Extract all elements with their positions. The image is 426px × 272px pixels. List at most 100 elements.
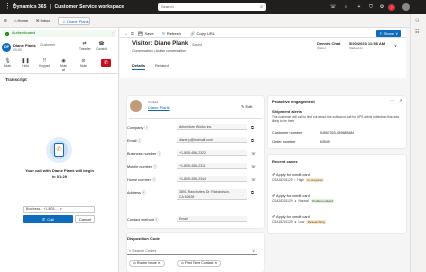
tab-details[interactable]: Details xyxy=(132,63,146,70)
business-number-field[interactable]: +1-805-456-2322 xyxy=(177,150,247,156)
business-number-label: Business number ⓘ xyxy=(127,152,162,156)
company-field[interactable]: Adventure Works inc. xyxy=(177,124,247,130)
refresh-button[interactable]: ↻ Refresh xyxy=(162,30,181,37)
phone-icon[interactable]: ☏ xyxy=(251,177,256,182)
case-item[interactable]: ✐ Apply for credit card CSA18201129 ● Low… xyxy=(272,214,327,224)
save-button[interactable]: 💾 Save xyxy=(138,30,154,37)
gear-icon[interactable]: ⚙ xyxy=(378,3,386,11)
home-number-field[interactable]: +1-805-456-2344 xyxy=(177,176,247,182)
contact-photo xyxy=(130,100,142,112)
outbound-number-dropdown[interactable]: Business - +1-805-... ∨ xyxy=(23,206,95,213)
email-field[interactable]: diane.p@hotmail.com xyxy=(177,137,247,143)
case-item[interactable]: ✐ Apply for credit card CSA18201129 ● Nor… xyxy=(272,193,335,203)
tab-home[interactable]: ⌂ Home xyxy=(11,17,31,25)
case-item[interactable]: ✐ Apply for credit card CSA18201129 ! Hig… xyxy=(272,172,324,182)
authenticated-banner: ✓ Authenticated xyxy=(2,30,116,37)
app-name[interactable]: Dynamics 365 xyxy=(13,4,46,10)
back-button[interactable]: ← xyxy=(124,30,128,37)
global-search-input[interactable]: Search ⌕ xyxy=(158,3,266,11)
consult-button[interactable]: ☎ Consult xyxy=(96,41,107,51)
priority-normal-icon: ● xyxy=(294,199,297,203)
customer-role: Customer xyxy=(40,43,56,48)
more-options-icon[interactable]: ⋯ xyxy=(390,98,394,103)
workspace-name[interactable]: Customer Service workspace xyxy=(54,4,124,10)
filter-icon[interactable]: ⛉ xyxy=(367,3,375,11)
record-subtitle: Conversation • Active conversation xyxy=(132,49,186,53)
tab-related[interactable]: Related xyxy=(155,63,169,68)
copy-icon[interactable]: ⧉ xyxy=(251,138,254,143)
record-title: Visitor: Diane Plank xyxy=(132,41,189,47)
refresh-icon: ↻ xyxy=(162,30,166,36)
copy-icon[interactable]: ⧉ xyxy=(251,125,254,130)
mute-all-button[interactable]: ◉ Mute all xyxy=(58,58,69,72)
tag-icon: ⊙ xyxy=(133,261,136,265)
transfer-button[interactable]: ⇄ Transfer xyxy=(79,41,91,51)
lightbulb-icon[interactable]: ♁ xyxy=(342,3,350,11)
expand-icon[interactable]: ↗ xyxy=(399,98,402,103)
close-icon: ✕ xyxy=(157,261,161,265)
proactive-engagement-card: Proactive engagement ⋯ ↗ Shipment alerts… xyxy=(268,96,406,148)
priority-low-icon: ● xyxy=(294,220,297,224)
home-number-label: Home number ⓘ xyxy=(127,178,156,182)
user-avatar-icon[interactable] xyxy=(402,3,410,11)
case-icon: ✐ xyxy=(272,215,276,219)
phone-icon[interactable]: ☏ xyxy=(251,164,256,169)
phone-icon: ✆ xyxy=(56,147,62,153)
keypad-button[interactable]: ⠿ Keypad xyxy=(39,58,50,68)
smart-assist-icon[interactable]: ⚇ xyxy=(415,18,419,24)
productivity-pane-rail: ⚇ ☷ xyxy=(410,14,426,272)
call-button-label: Call xyxy=(47,216,55,222)
company-label: Company ⓘ xyxy=(127,126,149,130)
email-label: Email ⓘ xyxy=(127,139,142,143)
more-options-icon[interactable]: ⋮ xyxy=(111,31,115,36)
disposition-title: Disposition Code xyxy=(127,236,160,241)
edit-button[interactable]: ✎ Edit xyxy=(241,104,252,109)
contact-name-link[interactable]: Diane Plank xyxy=(148,105,170,110)
address-field[interactable]: 3891 Ranchview Dr. Richardson, CA 62639 xyxy=(177,189,247,200)
recent-cases-title: Recent cases xyxy=(272,159,298,164)
search-placeholder: Search xyxy=(161,4,174,9)
phone-icon[interactable]: ☏ xyxy=(329,3,337,11)
order-number-label: Order number xyxy=(272,140,296,144)
open-window-icon[interactable]: ⧉ xyxy=(131,30,134,37)
tab-diane-plank[interactable]: ☺ Diane Plank xyxy=(58,17,90,25)
plus-icon[interactable]: + xyxy=(355,3,363,11)
end-call-button[interactable]: ✆ xyxy=(101,59,111,67)
copy-icon[interactable]: ⧉ xyxy=(251,190,254,195)
status-badge: Problem solved xyxy=(310,199,335,203)
expand-header-icon[interactable]: ∨ xyxy=(394,43,397,48)
app-launcher-icon[interactable]: ⋮⋮ xyxy=(4,3,18,10)
knowledge-icon[interactable]: ☷ xyxy=(415,29,419,35)
tag-router-issue[interactable]: ⊙ Router Issue ✕ xyxy=(129,260,165,267)
saved-status: - Saved xyxy=(190,42,203,47)
link-icon: 🔗 xyxy=(190,30,195,36)
call-message-line1: Your call with Diane Plank will begin xyxy=(25,168,94,173)
authenticated-label: Authenticated xyxy=(12,31,36,35)
hold-button[interactable]: ❚❚ Hold xyxy=(20,58,31,68)
disposition-search-input[interactable]: ⌕ Search Codes ∨ xyxy=(127,248,257,255)
tag-first-time-contact[interactable]: ⊙ First Time Contact ✕ xyxy=(177,260,222,267)
case-icon: ✐ xyxy=(272,173,276,177)
divider xyxy=(129,118,262,119)
mute-secondary-button[interactable]: ⊘ Mute xyxy=(78,58,89,68)
mobile-number-field[interactable]: +1-805-456-2311 xyxy=(177,163,247,169)
tab-inbox[interactable]: ✉ Inbox xyxy=(33,17,53,25)
phone-icon[interactable]: ☏ xyxy=(251,151,256,156)
share-icon: ⇪ xyxy=(379,30,383,36)
call-button[interactable]: ✆ Call xyxy=(23,215,73,223)
contact-method-label: Contact method ⓘ xyxy=(127,218,159,222)
status-badge: In progress xyxy=(305,178,324,182)
call-message-line2: in 01:29 xyxy=(52,174,67,179)
copy-url-button[interactable]: 🔗 Copy URL xyxy=(190,30,215,37)
help-icon[interactable]: ? xyxy=(388,3,395,11)
menu-icon[interactable]: ≡ xyxy=(4,18,7,24)
status-badge: Researching xyxy=(306,220,327,224)
owner-label: Owner xyxy=(317,46,326,50)
record-header: Visitor: Diane Plank - Saved Conversatio… xyxy=(120,38,406,78)
contact-method-field[interactable]: Email xyxy=(177,216,247,222)
alert-text: The customer will call to find out about… xyxy=(272,115,400,123)
recent-cases-card: Recent cases ✐ Apply for credit card CSA… xyxy=(268,155,406,233)
mute-button[interactable]: 🎙 Mute xyxy=(2,58,13,68)
cancel-button[interactable]: Cancel xyxy=(75,215,95,223)
share-button[interactable]: ⇪ Share ∨ xyxy=(376,29,402,37)
